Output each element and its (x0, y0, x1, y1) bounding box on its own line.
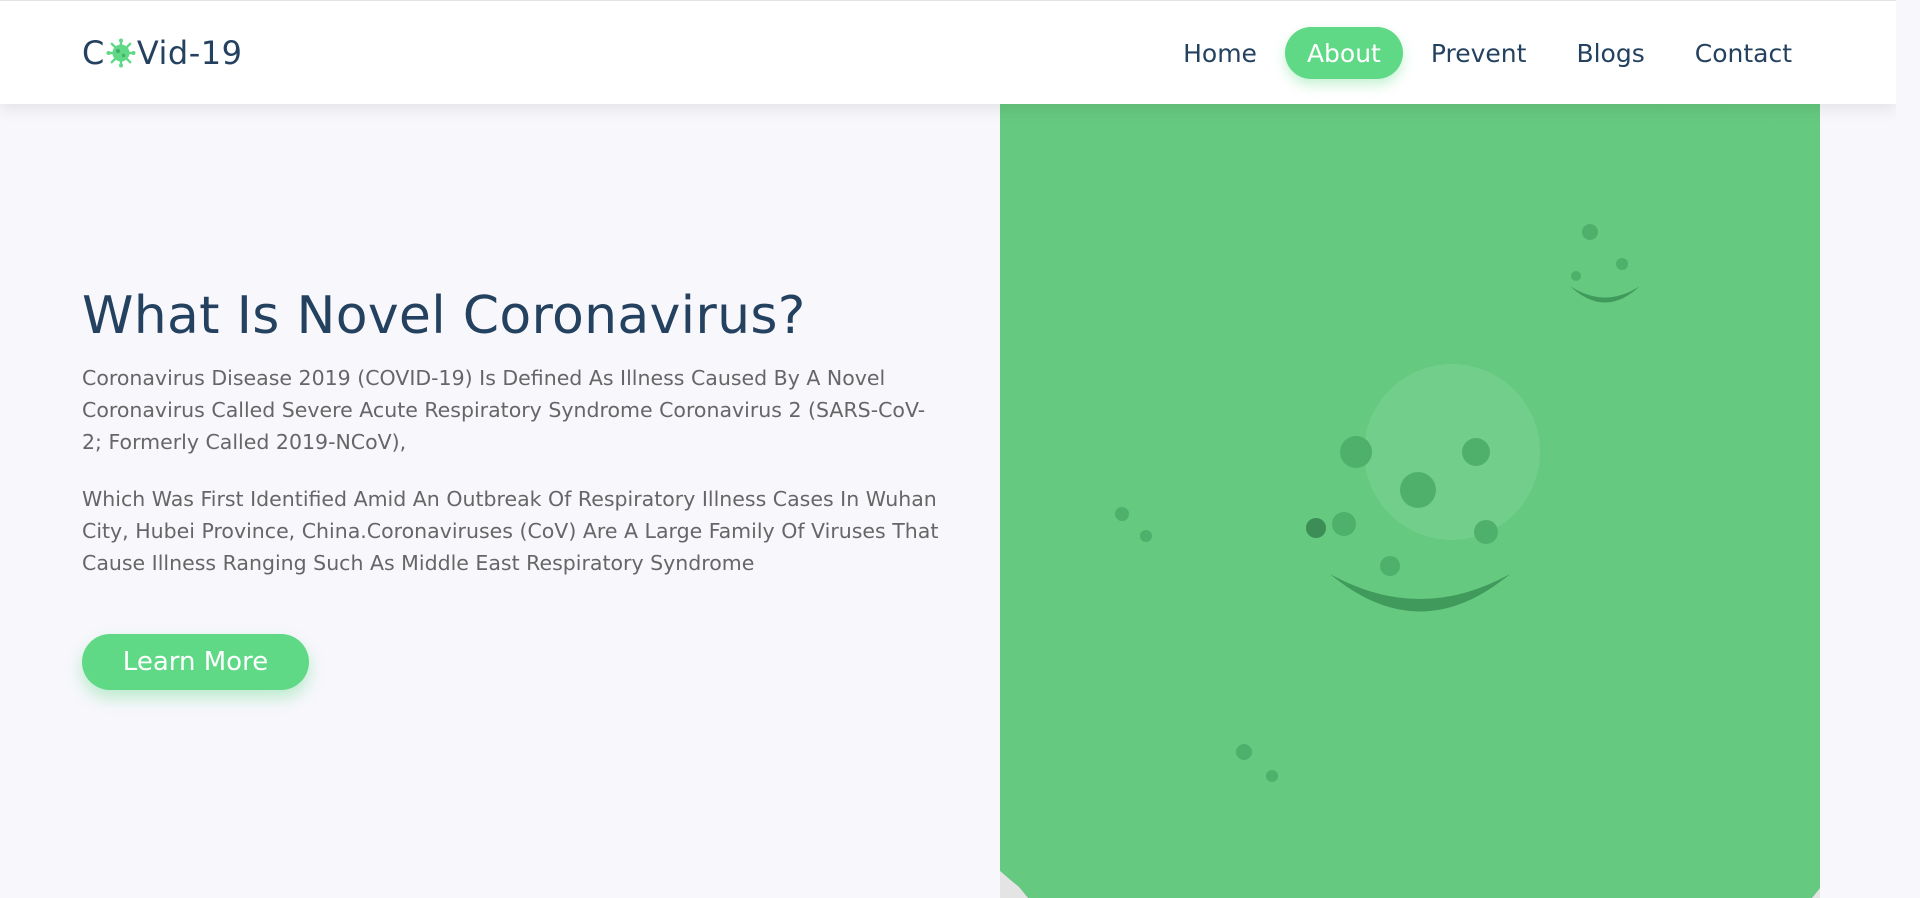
site-header: C Vid-19 Home About Prevent Blogs Contac… (0, 0, 1896, 104)
nav-item-about[interactable]: About (1284, 27, 1403, 79)
hero-title: What Is Novel Coronavirus? (82, 286, 806, 346)
hero-paragraph-1: Coronavirus Disease 2019 (COVID-19) Is D… (82, 366, 926, 454)
virus-icon (106, 38, 136, 68)
main-nav: Home About Prevent Blogs Contact (1161, 27, 1814, 79)
brand-suffix: Vid-19 (136, 34, 243, 72)
brand-logo[interactable]: C Vid-19 (82, 33, 243, 73)
brand-prefix: C (82, 34, 105, 72)
hero-paragraph-2: Which Was First Identified Amid An Outbr… (82, 487, 939, 575)
coronavirus-illustration (1000, 104, 1820, 898)
nav-item-blogs[interactable]: Blogs (1554, 27, 1666, 79)
nav-item-home[interactable]: Home (1161, 27, 1279, 79)
nav-item-prevent[interactable]: Prevent (1409, 27, 1549, 79)
nav-item-contact[interactable]: Contact (1673, 27, 1814, 79)
learn-more-button[interactable]: Learn More (82, 634, 309, 690)
page: C Vid-19 Home About Prevent Blogs Contac… (0, 0, 1896, 898)
